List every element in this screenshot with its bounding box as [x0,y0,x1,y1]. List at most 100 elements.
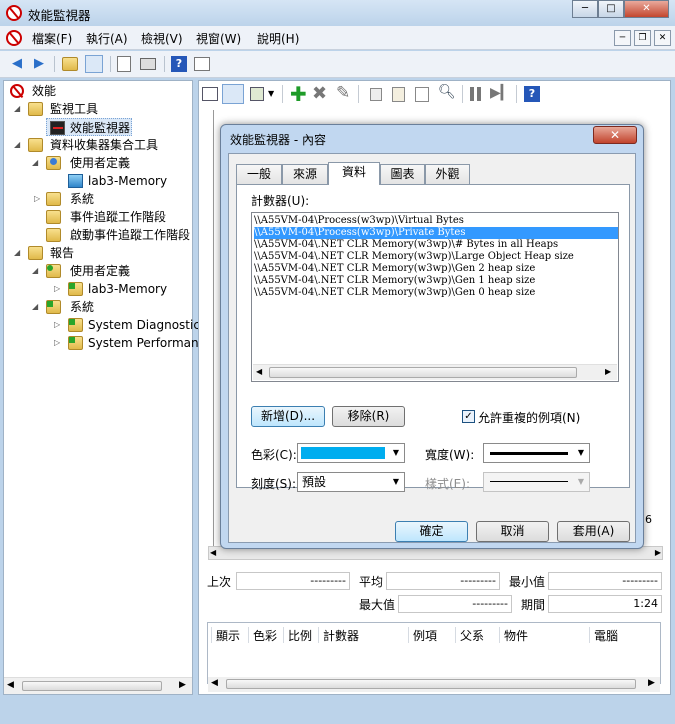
tree-item-label: 監視工具 [50,102,99,116]
cancel-button[interactable]: 取消 [476,521,549,542]
scroll-left-icon[interactable]: ◀ [256,367,262,376]
scroll-right-icon[interactable]: ▶ [648,678,655,688]
graph-type-dropdown-icon[interactable]: ▼ [268,89,274,98]
scroll-right-icon[interactable]: ▶ [605,367,611,376]
tree-item-label: 使用者定義 [70,156,131,170]
properties-icon[interactable] [415,87,429,102]
tree-item-performance-monitor[interactable]: 效能監視器 [46,118,132,136]
dialog-title: 效能監視器 - 內容 [230,133,326,147]
collapse-arrow-icon[interactable]: ▷ [54,334,60,352]
menu-view[interactable]: 檢視(V) [141,30,183,47]
legend-header-parent[interactable]: 父系 [454,627,484,643]
allow-duplicates-checkbox[interactable]: ✓ [462,410,475,423]
apply-button[interactable]: 套用(A) [557,521,630,542]
properties-icon[interactable] [117,56,131,72]
counter-item-gen2-heap[interactable]: \\A55VM-04\.NET CLR Memory(w3wp)\Gen 2 h… [254,263,618,275]
tab-source[interactable]: 來源 [282,164,328,184]
maximize-button[interactable]: □ [598,0,624,18]
expand-arrow-icon[interactable]: ◢ [32,154,38,172]
toolbar-separator [516,85,517,103]
mdi-restore-button[interactable]: ❐ [634,30,651,46]
print-icon[interactable] [140,58,156,70]
tree-item-label: 報告 [50,246,75,260]
close-button[interactable]: ✕ [624,0,669,18]
tab-graph[interactable]: 圖表 [380,164,425,184]
counter-item-gen0-heap[interactable]: \\A55VM-04\.NET CLR Memory(w3wp)\Gen 0 h… [254,287,618,299]
expand-arrow-icon[interactable]: ◢ [32,262,38,280]
counter-item-virtual-bytes[interactable]: \\A55VM-04\Process(w3wp)\Virtual Bytes [254,215,618,227]
minimize-button[interactable]: ─ [572,0,598,18]
scroll-left-icon[interactable]: ◀ [7,680,14,690]
copy-properties-icon[interactable] [370,88,382,101]
paste-counter-list-icon[interactable] [392,87,405,102]
view-current-activity-icon[interactable] [202,87,218,101]
up-folder-icon[interactable] [62,57,78,71]
toolbar-separator [358,85,359,103]
show-hide-console-tree-icon[interactable] [85,55,103,73]
collapse-arrow-icon[interactable]: ▷ [34,190,40,208]
scroll-right-icon[interactable]: ▶ [655,548,661,557]
color-dropdown[interactable]: ▼ [297,443,405,463]
add-counter-icon[interactable]: ✚ [290,82,307,106]
ok-button[interactable]: 確定 [395,521,468,542]
scroll-right-icon[interactable]: ▶ [179,680,186,690]
system-menu-icon[interactable] [6,30,22,46]
scroll-thumb[interactable] [226,679,636,689]
style-dropdown[interactable]: ▼ [483,472,590,492]
legend-header-instance[interactable]: 例項 [407,627,437,643]
update-data-icon[interactable]: ▶▎ [490,85,512,101]
counter-item-gen1-heap[interactable]: \\A55VM-04\.NET CLR Memory(w3wp)\Gen 1 h… [254,275,618,287]
change-graph-type-icon[interactable] [250,87,264,101]
scroll-thumb[interactable] [269,367,577,378]
help-icon[interactable]: ? [171,56,187,72]
legend-header-computer[interactable]: 電腦 [588,627,618,643]
back-icon[interactable]: ◀ [8,55,26,73]
line-width-sample [490,452,568,455]
expand-arrow-icon[interactable]: ◢ [32,298,38,316]
menu-file[interactable]: 檔案(F) [32,30,72,47]
collapse-arrow-icon[interactable]: ▷ [54,316,60,334]
duration-value: 1:24 [548,595,662,613]
legend-header-show[interactable]: 顯示 [210,627,240,643]
mdi-close-button[interactable]: ✕ [654,30,671,46]
expand-arrow-icon[interactable]: ◢ [14,244,20,262]
scale-dropdown[interactable]: 預設 ▼ [297,472,405,492]
tab-general[interactable]: 一般 [236,164,282,184]
counter-item-large-object-heap[interactable]: \\A55VM-04\.NET CLR Memory(w3wp)\Large O… [254,251,618,263]
remove-counter-button[interactable]: 移除(R) [332,406,405,427]
scroll-left-icon[interactable]: ◀ [211,678,218,688]
legend-header-color[interactable]: 色彩 [247,627,277,643]
legend-horizontal-scrollbar[interactable]: ◀ ▶ [208,677,660,692]
add-counter-button[interactable]: 新增(D)... [251,406,325,427]
listbox-horizontal-scrollbar[interactable]: ◀ ▶ [253,364,617,380]
help-icon[interactable]: ? [524,86,540,102]
forward-icon[interactable]: ▶ [30,55,48,73]
menu-window[interactable]: 視窗(W) [196,30,241,47]
view-log-data-icon[interactable] [222,84,244,104]
menu-help[interactable]: 說明(H) [257,30,299,47]
tree-horizontal-scrollbar[interactable]: ◀ ▶ [4,677,192,694]
width-dropdown[interactable]: ▼ [483,443,590,463]
collapse-arrow-icon[interactable]: ▷ [54,280,60,298]
scroll-left-icon[interactable]: ◀ [210,548,216,557]
scale-value: 預設 [302,475,327,489]
dialog-close-button[interactable]: ✕ [593,126,637,144]
legend-header-object[interactable]: 物件 [498,627,528,643]
menu-action[interactable]: 執行(A) [86,30,128,47]
tab-data[interactable]: 資料 [328,162,380,185]
action-pane-icon[interactable] [194,57,210,71]
zoom-icon[interactable]: 🔍︎ [438,84,456,100]
counters-listbox[interactable]: \\A55VM-04\Process(w3wp)\Virtual Bytes \… [251,212,619,382]
legend-header-counter[interactable]: 計數器 [317,627,359,643]
expand-arrow-icon[interactable]: ◢ [14,100,20,118]
counter-item-bytes-in-all-heaps[interactable]: \\A55VM-04\.NET CLR Memory(w3wp)\# Bytes… [254,239,618,251]
tab-appearance[interactable]: 外觀 [425,164,470,184]
mdi-minimize-button[interactable]: ─ [614,30,631,46]
freeze-display-icon[interactable] [470,87,474,101]
highlight-icon[interactable]: ✎ [336,83,350,103]
delete-counter-icon[interactable]: ✖ [312,83,327,104]
counter-item-private-bytes[interactable]: \\A55VM-04\Process(w3wp)\Private Bytes [254,227,618,239]
expand-arrow-icon[interactable]: ◢ [14,136,20,154]
legend-header-scale[interactable]: 比例 [282,627,312,643]
scroll-thumb[interactable] [22,681,162,691]
